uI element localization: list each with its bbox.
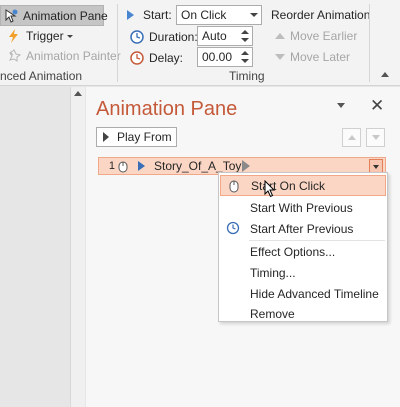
- stepper-up-icon[interactable]: [241, 51, 249, 55]
- duration-stepper[interactable]: Auto: [197, 26, 253, 46]
- play-from-label: Play From: [117, 130, 172, 144]
- clock-icon: [226, 221, 240, 235]
- menu-item-label: Hide Advanced Timeline: [250, 286, 379, 301]
- move-earlier-label: Move Earlier: [290, 29, 358, 43]
- group-label-advanced-animation: nced Animation: [0, 69, 83, 83]
- reorder-animation-title: Reorder Animation: [271, 8, 371, 22]
- ribbon-separator: [369, 4, 370, 82]
- menu-item-label: Timing...: [250, 265, 296, 280]
- animation-order-number: 1: [108, 160, 115, 172]
- start-select[interactable]: On Click: [176, 5, 262, 25]
- animation-name: Story_Of_A_Toy: [154, 159, 242, 173]
- move-later-label: Move Later: [290, 50, 351, 64]
- play-icon: [103, 132, 109, 142]
- menu-item-label: Start On Click: [251, 178, 326, 193]
- collapse-ribbon-icon[interactable]: [381, 72, 389, 77]
- delay-clock-icon: [129, 50, 145, 66]
- start-select-value: On Click: [181, 8, 227, 22]
- triangle-down-icon: [275, 54, 285, 60]
- pane-options-icon[interactable]: [337, 103, 345, 108]
- mouse-cursor-icon: [264, 179, 276, 201]
- chevron-down-icon: [66, 34, 73, 38]
- stepper-up-icon[interactable]: [241, 30, 249, 34]
- menu-item-start-with-previous[interactable]: Start With Previous: [220, 197, 386, 218]
- delay-value: 00.00: [202, 50, 233, 64]
- play-icon: [127, 10, 134, 20]
- delay-stepper[interactable]: 00.00: [197, 47, 253, 67]
- triangle-down-icon: [372, 135, 380, 140]
- chevron-down-icon: [373, 165, 379, 169]
- vertical-scrollbar[interactable]: [70, 87, 85, 407]
- menu-item-hide-advanced-timeline[interactable]: Hide Advanced Timeline: [220, 283, 386, 304]
- move-up-button[interactable]: [342, 128, 361, 147]
- move-earlier-button[interactable]: Move Earlier: [275, 29, 357, 43]
- animation-pane-button[interactable]: Animation Pane: [0, 5, 108, 26]
- close-icon[interactable]: ✕: [370, 96, 384, 116]
- scroll-up-icon[interactable]: [74, 91, 82, 96]
- ribbon-separator: [117, 4, 118, 82]
- menu-item-timing[interactable]: Timing...: [220, 262, 386, 283]
- timeline-bar-icon[interactable]: [242, 160, 251, 172]
- context-menu: Start On Click Start With Previous Start…: [218, 172, 388, 322]
- animation-pane-label: Animation Pane: [23, 8, 108, 23]
- animation-pane-icon: [3, 8, 19, 24]
- delay-label-row: Delay:: [129, 50, 183, 66]
- trigger-button[interactable]: Trigger: [6, 28, 73, 44]
- pane-title: Animation Pane: [96, 98, 238, 120]
- lightning-icon: [6, 28, 22, 44]
- group-label-timing: Timing: [229, 69, 265, 83]
- start-label: Start:: [143, 8, 172, 22]
- menu-item-start-after-previous[interactable]: Start After Previous: [220, 218, 386, 239]
- ribbon: Animation Pane Trigger Animation Painter…: [0, 0, 400, 86]
- menu-item-label: Effect Options...: [250, 244, 336, 259]
- stepper-down-icon[interactable]: [241, 59, 249, 63]
- slide-work-area: [0, 87, 70, 407]
- duration-label: Duration:: [149, 30, 198, 44]
- play-from-button[interactable]: Play From: [96, 127, 177, 147]
- play-icon: [138, 161, 145, 171]
- triangle-up-icon: [275, 33, 285, 39]
- duration-value: Auto: [202, 29, 227, 43]
- menu-item-remove[interactable]: Remove: [220, 303, 386, 324]
- delay-label: Delay:: [149, 51, 184, 65]
- move-down-button[interactable]: [366, 128, 385, 147]
- chevron-down-icon: [250, 13, 258, 17]
- row-dropdown-button[interactable]: [369, 159, 383, 173]
- menu-item-effect-options[interactable]: Effect Options...: [220, 241, 386, 262]
- triangle-up-icon: [348, 135, 356, 140]
- painter-icon: [6, 48, 22, 64]
- mouse-click-icon: [227, 179, 241, 193]
- animation-painter-button[interactable]: Animation Painter: [6, 48, 121, 64]
- menu-item-label: Remove: [250, 306, 295, 321]
- menu-item-label: Start After Previous: [250, 221, 354, 236]
- menu-item-start-on-click[interactable]: Start On Click: [220, 175, 386, 196]
- move-later-button[interactable]: Move Later: [275, 50, 350, 64]
- duration-label-row: Duration:: [129, 29, 198, 45]
- start-label-row: Start:: [127, 8, 172, 22]
- animation-painter-label: Animation Painter: [26, 49, 121, 63]
- clock-icon: [129, 29, 145, 45]
- stepper-down-icon[interactable]: [241, 38, 249, 42]
- menu-item-label: Start With Previous: [250, 200, 353, 215]
- mouse-click-icon: [117, 159, 129, 173]
- trigger-label: Trigger: [26, 29, 64, 43]
